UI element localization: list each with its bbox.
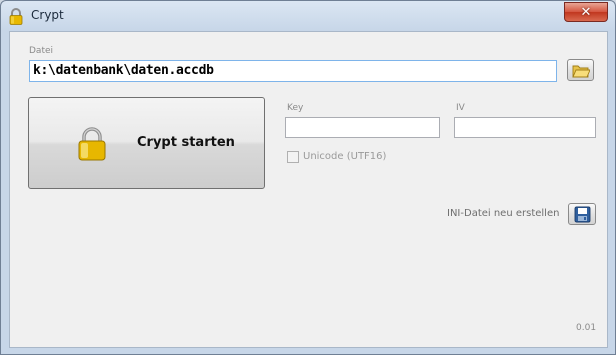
unicode-label: Unicode (UTF16) xyxy=(303,151,387,162)
iv-label: IV xyxy=(456,103,465,113)
iv-input[interactable] xyxy=(454,117,596,138)
unicode-checkbox[interactable] xyxy=(287,151,299,163)
window-title: Crypt xyxy=(31,8,64,22)
ini-label: INI-Datei neu erstellen xyxy=(447,208,560,219)
crypt-start-label: Crypt starten xyxy=(137,135,235,150)
app-window: Crypt ✕ Datei k:\datenbank\daten.accdb C… xyxy=(0,0,616,355)
main-panel: Datei k:\datenbank\daten.accdb Crypt sta… xyxy=(9,31,608,348)
lock-icon xyxy=(78,127,106,161)
title-bar[interactable]: Crypt ✕ xyxy=(1,1,615,31)
close-icon: ✕ xyxy=(580,4,592,20)
close-button[interactable]: ✕ xyxy=(564,2,608,22)
key-label: Key xyxy=(287,103,304,113)
lock-icon xyxy=(9,8,23,25)
file-path-input[interactable]: k:\datenbank\daten.accdb xyxy=(29,60,557,82)
key-input[interactable] xyxy=(285,117,440,138)
version-label: 0.01 xyxy=(576,323,597,333)
browse-button[interactable] xyxy=(567,59,594,81)
folder-icon xyxy=(571,65,590,77)
crypt-start-button[interactable]: Crypt starten xyxy=(28,97,265,189)
file-label: Datei xyxy=(29,46,54,56)
save-icon xyxy=(574,206,590,222)
ini-create-button[interactable] xyxy=(568,203,596,225)
